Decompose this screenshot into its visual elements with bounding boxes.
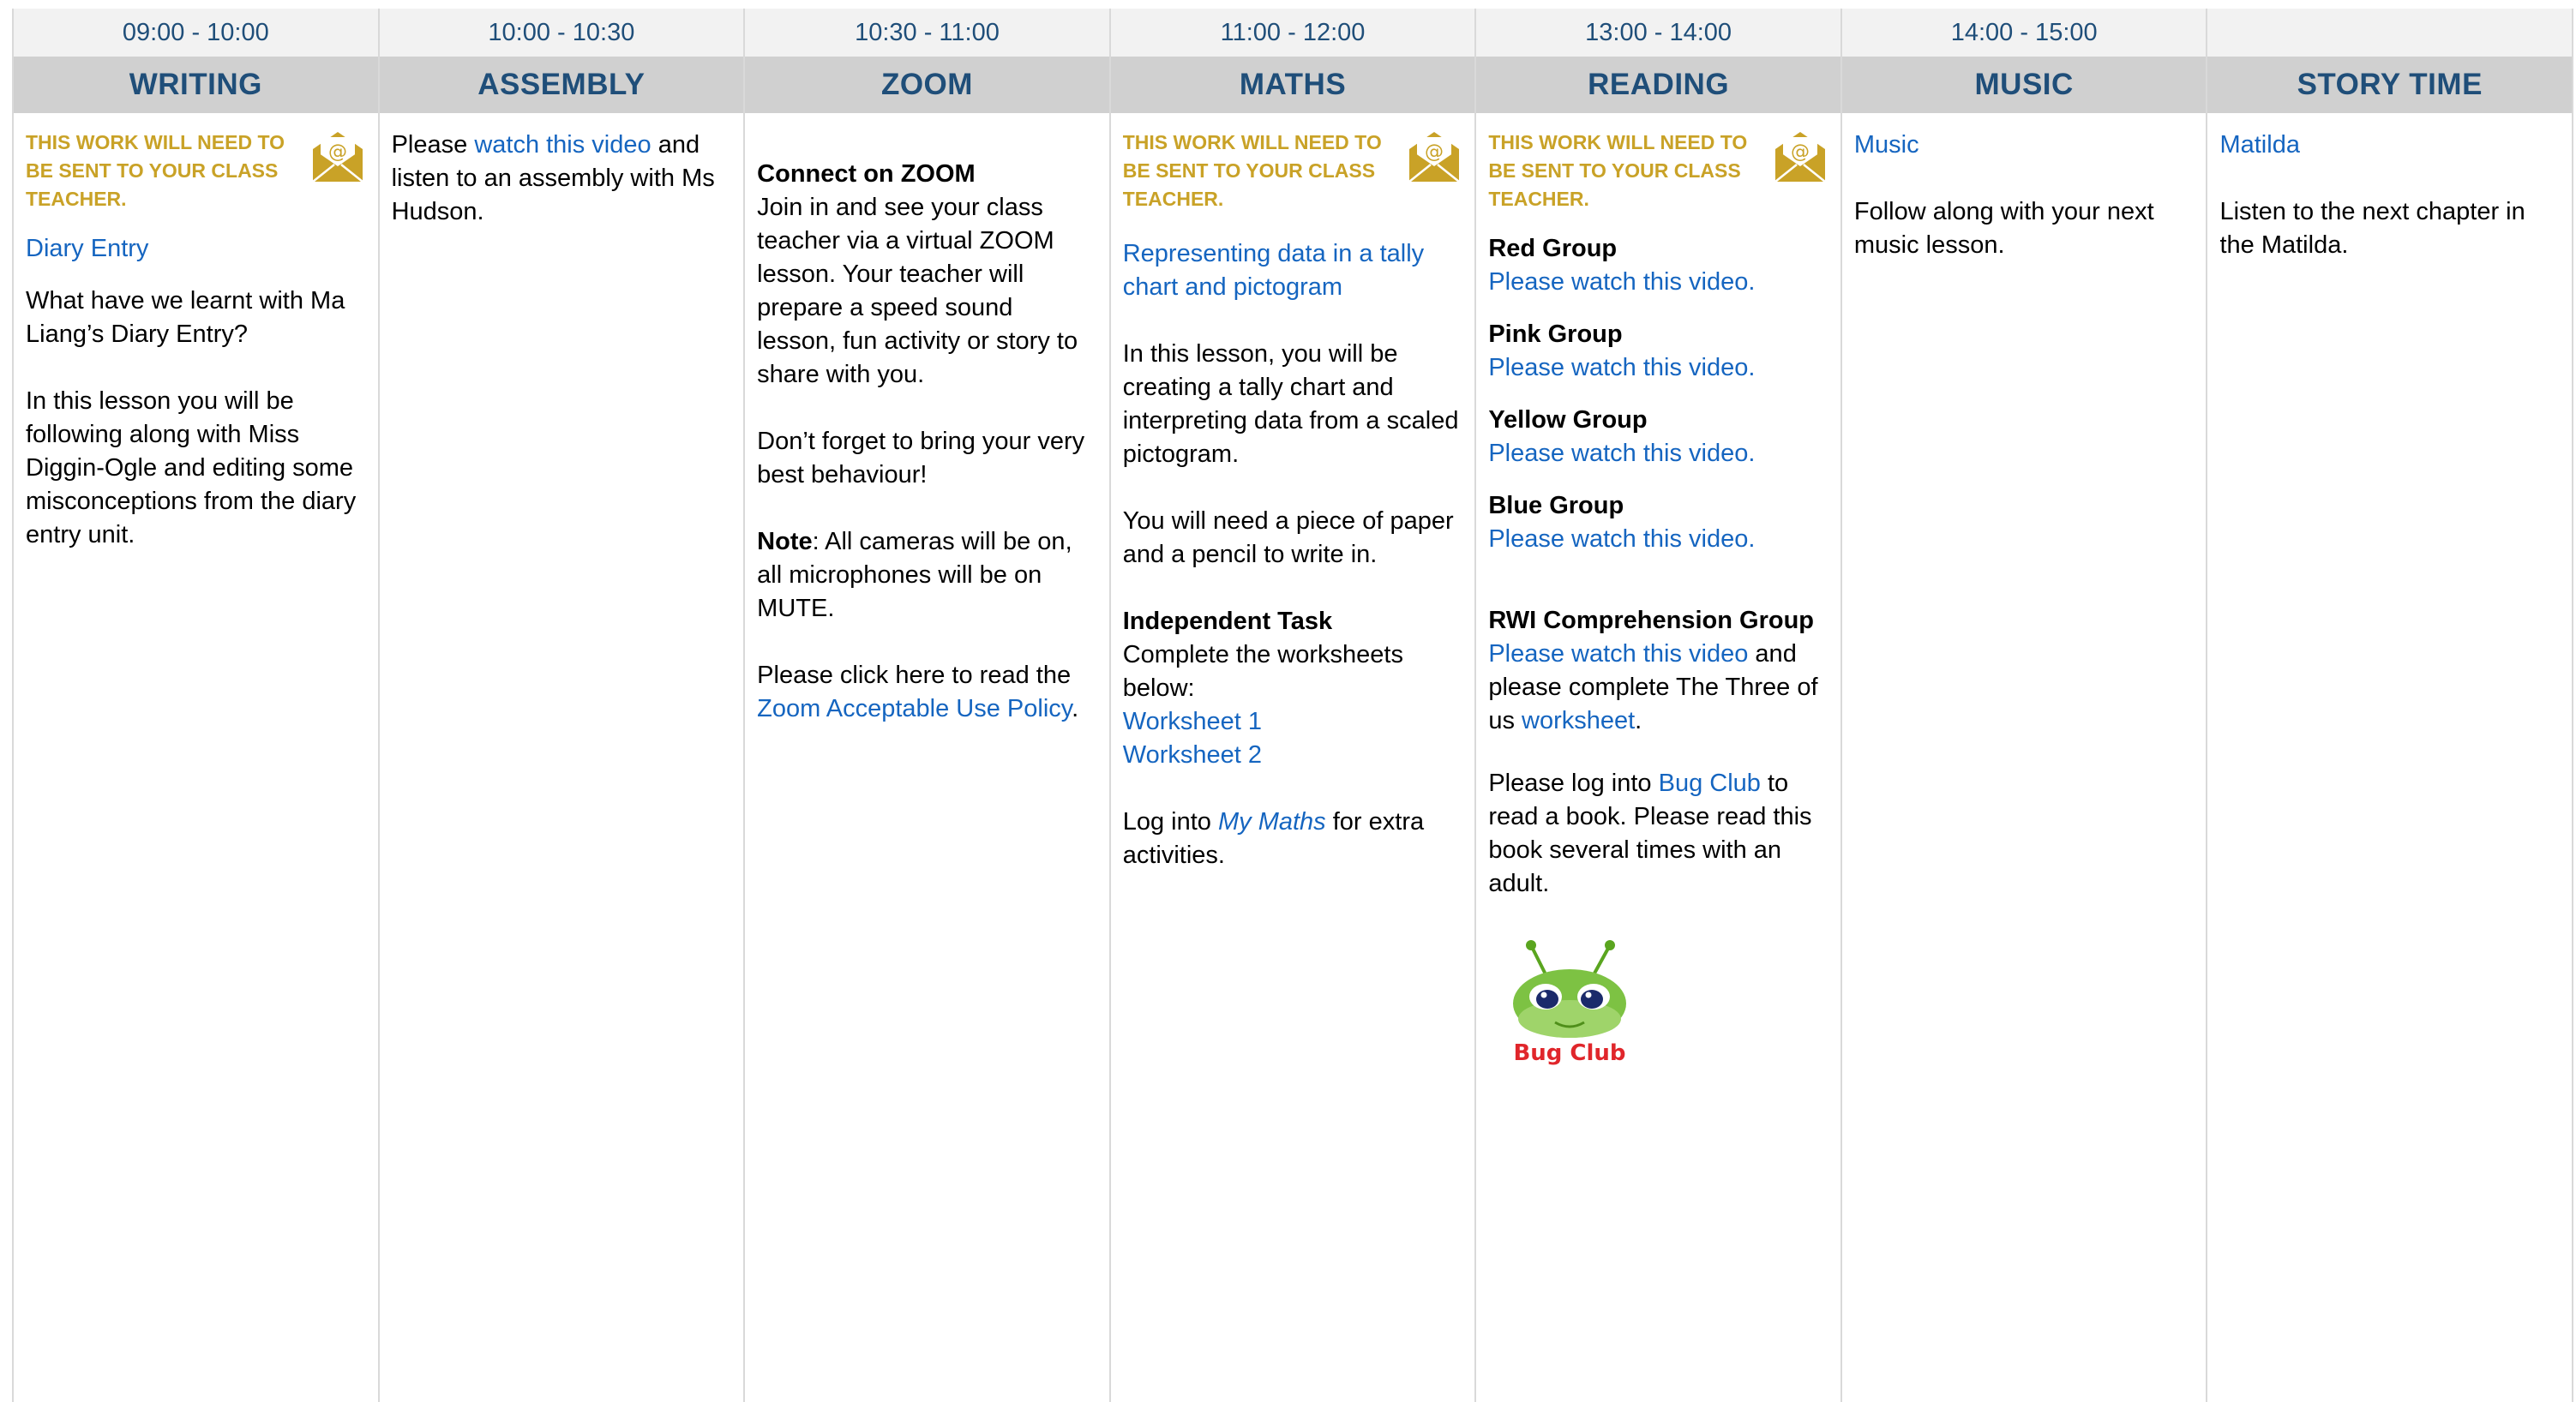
- time-slot: [2207, 9, 2573, 57]
- time-slot: 13:00 - 14:00: [1476, 9, 1840, 57]
- column-zoom: 10:30 - 11:00 ZOOM Connect on ZOOM Join …: [745, 9, 1111, 1402]
- email-envelope-icon: @: [1408, 132, 1461, 183]
- diary-entry-link[interactable]: Diary Entry: [26, 232, 366, 266]
- time-slot: 11:00 - 12:00: [1110, 9, 1475, 57]
- task-text: Complete the worksheets below:: [1122, 641, 1403, 702]
- materials-note: You will need a piece of paper and a pen…: [1122, 507, 1454, 568]
- notice-text: THIS WORK WILL NEED TO BE SENT TO YOUR C…: [26, 131, 285, 210]
- task-heading: Independent Task: [1122, 608, 1333, 635]
- music-link[interactable]: Music: [1854, 129, 2195, 162]
- column-body: THIS WORK WILL NEED TO BE SENT TO YOUR C…: [1476, 113, 1840, 1402]
- blue-group-video-link[interactable]: Please watch this video.: [1488, 523, 1828, 556]
- worksheet-2-link[interactable]: Worksheet 2: [1123, 739, 1463, 772]
- time-slot: 09:00 - 10:00: [14, 9, 378, 57]
- subject-heading: ZOOM: [745, 57, 1109, 113]
- column-music: 14:00 - 15:00 MUSIC Music Follow along w…: [1841, 9, 2208, 1402]
- column-body: THIS WORK WILL NEED TO BE SENT TO YOUR C…: [1111, 113, 1475, 1402]
- bug-club-text: Please log into Bug Club to read a book.…: [1488, 770, 1812, 897]
- tally-chart-lesson-link[interactable]: Representing data in a tally chart and p…: [1123, 237, 1463, 304]
- email-envelope-icon: @: [1774, 132, 1826, 183]
- matilda-link[interactable]: Matilda: [2219, 129, 2560, 162]
- email-envelope-icon: @: [311, 132, 363, 183]
- subject-heading: MUSIC: [1841, 57, 2207, 113]
- music-description: Follow along with your next music lesson…: [1853, 198, 2154, 259]
- column-writing: 09:00 - 10:00 WRITING THIS WORK WILL NEE…: [14, 9, 380, 1402]
- column-body: Please watch this video and listen to an…: [380, 113, 744, 1402]
- behaviour-reminder: Don’t forget to bring your very best beh…: [757, 428, 1085, 488]
- rwi-heading: RWI Comprehension Group: [1488, 607, 1815, 634]
- column-body: Connect on ZOOM Join in and see your cla…: [745, 113, 1109, 1402]
- column-body: Music Follow along with your next music …: [1842, 113, 2207, 1402]
- group-name-blue: Blue Group: [1488, 492, 1624, 519]
- send-to-teacher-notice: THIS WORK WILL NEED TO BE SENT TO YOUR C…: [1488, 129, 1828, 213]
- group-name-yellow: Yellow Group: [1488, 406, 1648, 434]
- subject-heading: ASSEMBLY: [379, 57, 744, 113]
- zoom-heading: Connect on ZOOM: [757, 160, 976, 188]
- svg-text:@: @: [328, 141, 347, 163]
- notice-text: THIS WORK WILL NEED TO BE SENT TO YOUR C…: [1488, 131, 1748, 210]
- svg-text:@: @: [1425, 141, 1444, 163]
- column-body: THIS WORK WILL NEED TO BE SENT TO YOUR C…: [14, 113, 378, 1402]
- rwi-text: Please watch this video and please compl…: [1488, 640, 1818, 734]
- rwi-video-link[interactable]: Please watch this video: [1488, 640, 1748, 668]
- group-name-red: Red Group: [1488, 235, 1618, 262]
- bug-club-logo[interactable]: Bug Club: [1505, 938, 1634, 1067]
- time-slot: 14:00 - 15:00: [1841, 9, 2207, 57]
- subject-heading: STORY TIME: [2207, 57, 2573, 113]
- assembly-text: Please watch this video and listen to an…: [391, 131, 715, 225]
- bug-club-link[interactable]: Bug Club: [1659, 770, 1761, 797]
- time-slot: 10:00 - 10:30: [379, 9, 744, 57]
- rwi-worksheet-link[interactable]: worksheet: [1522, 707, 1635, 734]
- column-body: Matilda Listen to the next chapter in th…: [2207, 113, 2572, 1402]
- story-description: Listen to the next chapter in the Matild…: [2219, 198, 2525, 259]
- zoom-note: Note: All cameras will be on, all microp…: [757, 528, 1072, 622]
- column-reading: 13:00 - 14:00 READING THIS WORK WILL NEE…: [1476, 9, 1842, 1402]
- column-story-time: STORY TIME Matilda Listen to the next ch…: [2207, 9, 2574, 1402]
- lesson-question: What have we learnt with Ma Liang’s Diar…: [26, 287, 345, 348]
- zoom-policy: Please click here to read the Zoom Accep…: [757, 662, 1079, 722]
- mymaths-link[interactable]: My Maths: [1218, 808, 1326, 836]
- column-assembly: 10:00 - 10:30 ASSEMBLY Please watch this…: [379, 9, 746, 1402]
- lesson-description: In this lesson you will be following alo…: [26, 387, 357, 548]
- subject-heading: MATHS: [1110, 57, 1475, 113]
- zoom-description: Join in and see your class teacher via a…: [757, 194, 1078, 388]
- lesson-description: In this lesson, you will be creating a t…: [1122, 340, 1459, 468]
- yellow-group-video-link[interactable]: Please watch this video.: [1488, 437, 1828, 470]
- subject-heading: READING: [1476, 57, 1840, 113]
- subject-heading: WRITING: [14, 57, 378, 113]
- timetable: 09:00 - 10:00 WRITING THIS WORK WILL NEE…: [12, 9, 2574, 1402]
- svg-text:Bug Club: Bug Club: [1514, 1040, 1626, 1066]
- column-maths: 11:00 - 12:00 MATHS THIS WORK WILL NEED …: [1110, 9, 1477, 1402]
- group-name-pink: Pink Group: [1488, 321, 1623, 348]
- svg-text:@: @: [1791, 141, 1810, 163]
- notice-text: THIS WORK WILL NEED TO BE SENT TO YOUR C…: [1122, 131, 1382, 210]
- pink-group-video-link[interactable]: Please watch this video.: [1488, 351, 1828, 385]
- send-to-teacher-notice: THIS WORK WILL NEED TO BE SENT TO YOUR C…: [1123, 129, 1463, 213]
- send-to-teacher-notice: THIS WORK WILL NEED TO BE SENT TO YOUR C…: [26, 129, 366, 213]
- zoom-policy-link[interactable]: Zoom Acceptable Use Policy: [757, 695, 1072, 722]
- watch-video-link[interactable]: watch this video: [474, 131, 651, 159]
- time-slot: 10:30 - 11:00: [745, 9, 1109, 57]
- mymaths-text: Log into My Maths for extra activities.: [1122, 808, 1425, 869]
- worksheet-1-link[interactable]: Worksheet 1: [1123, 705, 1463, 739]
- red-group-video-link[interactable]: Please watch this video.: [1488, 266, 1828, 299]
